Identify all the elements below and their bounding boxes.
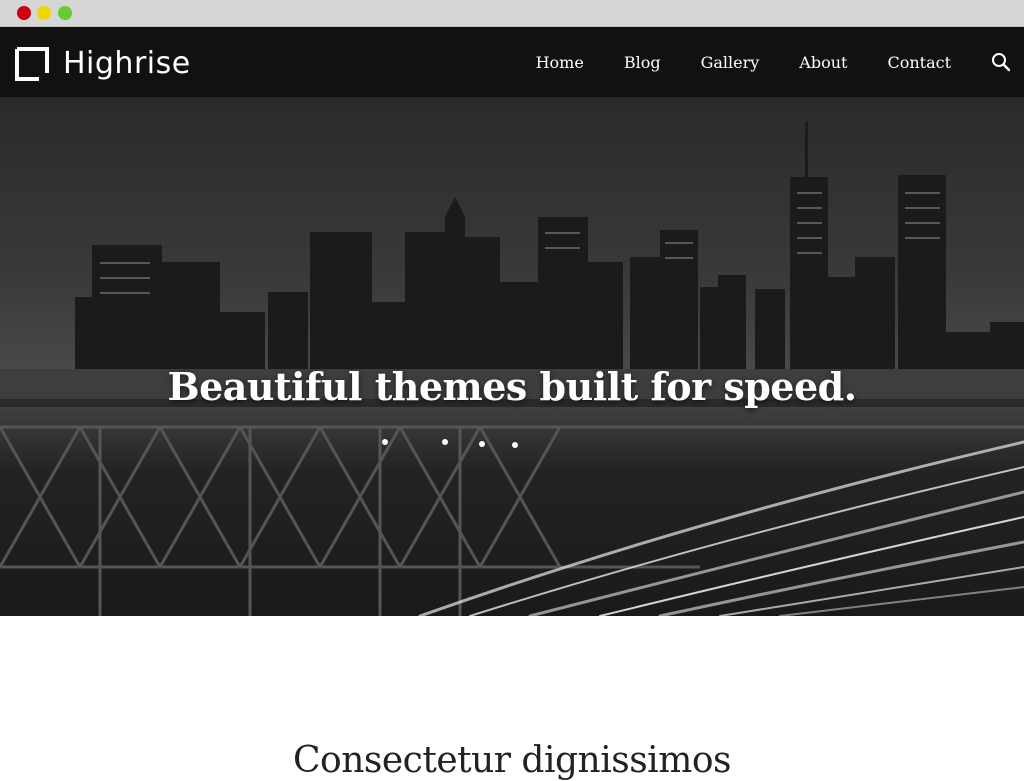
- nav-home[interactable]: Home: [536, 53, 584, 72]
- nav-blog[interactable]: Blog: [624, 53, 661, 72]
- skyline-background-image: [0, 122, 1024, 616]
- browser-title-bar: [0, 0, 1024, 27]
- hero-title: Beautiful themes built for speed.: [167, 364, 857, 410]
- main-navigation: Home Blog Gallery About Contact: [536, 27, 1024, 97]
- close-window-button[interactable]: [17, 6, 31, 20]
- site-logo[interactable]: Highrise: [15, 46, 191, 82]
- site-header: Highrise Home Blog Gallery About Contact: [0, 27, 1024, 97]
- hero-banner: Beautiful themes built for speed.: [0, 97, 1024, 616]
- nav-gallery[interactable]: Gallery: [701, 53, 760, 72]
- section-heading: Consectetur dignissimos: [293, 739, 731, 781]
- nav-about[interactable]: About: [799, 53, 847, 72]
- square-bracket-logo-icon: [15, 47, 49, 81]
- zoom-window-button[interactable]: [58, 6, 72, 20]
- search-icon[interactable]: [991, 52, 1011, 72]
- minimize-window-button[interactable]: [37, 6, 51, 20]
- nav-contact[interactable]: Contact: [887, 53, 951, 72]
- site-title[interactable]: Highrise: [63, 46, 191, 82]
